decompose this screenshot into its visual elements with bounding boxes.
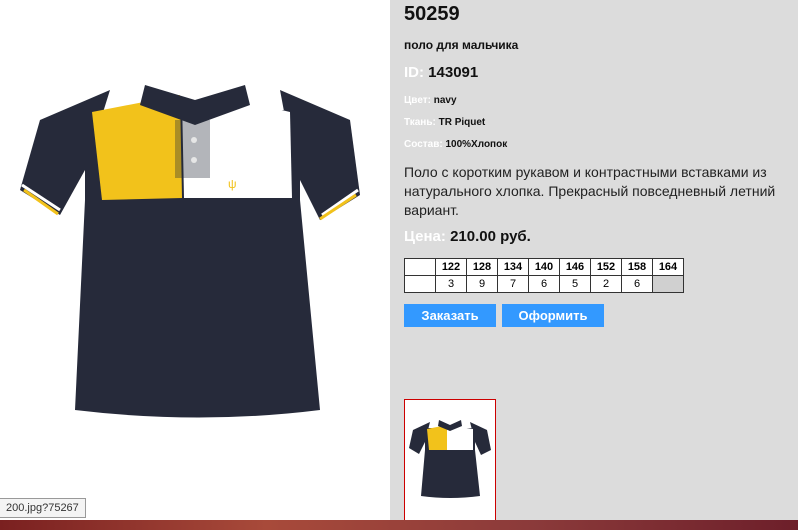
size-cell: 158 bbox=[621, 258, 653, 276]
quantity-cell[interactable]: 6 bbox=[528, 275, 560, 293]
quantity-cell[interactable]: 7 bbox=[497, 275, 529, 293]
size-corner-cell bbox=[404, 258, 436, 276]
spec-fabric-value: TR Piquet bbox=[438, 117, 486, 128]
quantity-cell-unavailable bbox=[652, 275, 684, 293]
product-thumbnail[interactable] bbox=[404, 399, 496, 521]
spec-color: Цвет: navy bbox=[404, 95, 457, 106]
spec-fabric-label: Ткань: bbox=[404, 117, 436, 128]
spec-fabric: Ткань: TR Piquet bbox=[404, 117, 485, 128]
checkout-button[interactable]: Оформить bbox=[502, 304, 604, 327]
product-subtitle: поло для мальчика bbox=[404, 38, 519, 52]
product-description: Поло с коротким рукавом и контрастными в… bbox=[404, 164, 776, 218]
size-cell: 122 bbox=[435, 258, 467, 276]
main-product-image[interactable]: ψ bbox=[0, 0, 390, 520]
status-bar-url: 200.jpg?75267 bbox=[0, 498, 86, 518]
order-button[interactable]: Заказать bbox=[404, 304, 496, 327]
size-cell: 146 bbox=[559, 258, 591, 276]
quantity-row: 3 9 7 6 5 2 6 bbox=[404, 275, 684, 293]
spec-composition-value: 100%Хлопок bbox=[445, 139, 508, 150]
page-footer-strip bbox=[0, 520, 798, 530]
size-cell: 140 bbox=[528, 258, 560, 276]
product-article: 50259 bbox=[404, 3, 460, 25]
product-price: Цена: 210.00 руб. bbox=[404, 228, 531, 245]
quantity-corner-cell bbox=[404, 275, 436, 293]
svg-text:ψ: ψ bbox=[228, 177, 237, 191]
quantity-cell[interactable]: 9 bbox=[466, 275, 498, 293]
price-label: Цена: bbox=[404, 228, 446, 245]
spec-color-value: navy bbox=[433, 95, 457, 106]
size-header-row: 122 128 134 140 146 152 158 164 bbox=[404, 258, 684, 276]
quantity-cell[interactable]: 2 bbox=[590, 275, 622, 293]
quantity-cell[interactable]: 6 bbox=[621, 275, 653, 293]
quantity-cell[interactable]: 5 bbox=[559, 275, 591, 293]
spec-composition: Состав: 100%Хлопок bbox=[404, 139, 507, 150]
spec-color-label: Цвет: bbox=[404, 95, 431, 106]
polo-shirt-image: ψ bbox=[20, 85, 360, 418]
size-table: 122 128 134 140 146 152 158 164 3 9 7 6 … bbox=[404, 258, 684, 293]
thumbnail-polo-image bbox=[409, 420, 491, 498]
size-cell: 164 bbox=[652, 258, 684, 276]
quantity-cell[interactable]: 3 bbox=[435, 275, 467, 293]
id-value: 143091 bbox=[428, 64, 479, 81]
id-label: ID: bbox=[404, 64, 424, 81]
size-cell: 152 bbox=[590, 258, 622, 276]
spec-composition-label: Состав: bbox=[404, 139, 443, 150]
size-cell: 128 bbox=[466, 258, 498, 276]
size-cell: 134 bbox=[497, 258, 529, 276]
product-id: ID: 143091 bbox=[404, 64, 478, 81]
price-value: 210.00 руб. bbox=[450, 228, 531, 245]
